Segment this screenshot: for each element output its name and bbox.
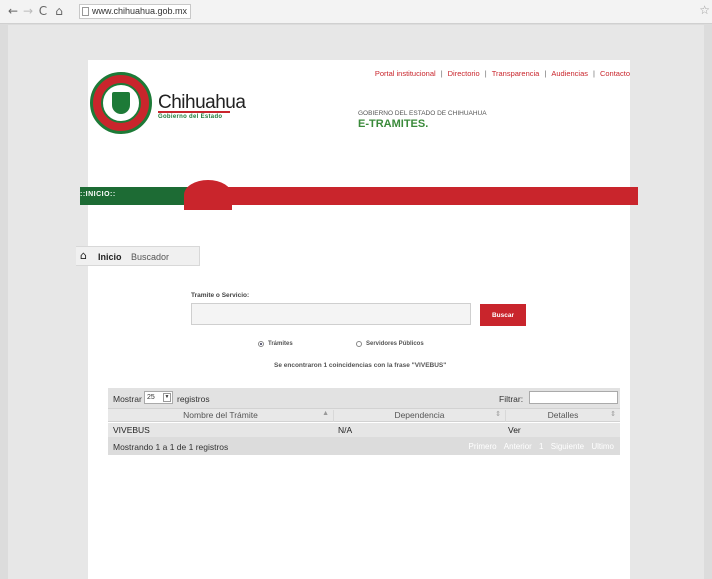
page: Chihuahua Gobierno del Estado Portal ins…: [76, 60, 638, 579]
radio-tramites[interactable]: [258, 341, 264, 347]
search-label: Tramite o Servicio:: [191, 292, 250, 299]
nav-link-directorio[interactable]: Directorio: [448, 69, 480, 78]
sort-icon: ⇕: [610, 411, 616, 418]
top-nav: Portal institucional | Directorio | Transpar…: [374, 69, 630, 78]
viewport: Chihuahua Gobierno del Estado Portal ins…: [8, 25, 704, 579]
sort-icon: ▲: [322, 410, 329, 417]
back-icon[interactable]: ←: [6, 4, 20, 18]
cell-dependencia: N/A: [338, 425, 353, 435]
page-icon: [82, 7, 89, 16]
government-label: GOBIERNO DEL ESTADO DE CHIHUAHUA: [358, 110, 487, 117]
chevron-down-icon: ▼: [163, 393, 171, 402]
page-size-value: 25: [147, 394, 155, 401]
pagination: Primero Anterior 1 Siguiente Ultimo: [464, 442, 614, 451]
result-message: Se encontraron 1 coincidencias con la fr…: [274, 362, 447, 369]
search-input[interactable]: [191, 303, 471, 325]
logo-emblem: [101, 83, 141, 123]
home-icon[interactable]: ⌂: [80, 249, 87, 262]
shield-icon: [112, 92, 130, 114]
brand-subtitle: Gobierno del Estado: [158, 114, 223, 120]
table-header: Nombre del Trámite ▲ Dependencia ⇕ Detal…: [108, 408, 620, 422]
column-header-label: Nombre del Trámite: [183, 410, 258, 420]
state-logo[interactable]: [90, 72, 152, 134]
nav-link-contacto[interactable]: Contacto: [600, 69, 630, 78]
radio-servidores[interactable]: [356, 341, 362, 347]
search-button[interactable]: Buscar: [480, 304, 526, 326]
brand-divider: [158, 111, 230, 113]
red-banner: [202, 187, 638, 205]
pagination-last[interactable]: Ultimo: [591, 442, 614, 451]
page-size-select[interactable]: 25 ▼: [144, 391, 173, 404]
table-info: Mostrando 1 a 1 de 1 registros: [113, 442, 229, 452]
address-bar[interactable]: www.chihuahua.gob.mx: [79, 4, 191, 19]
records-label: registros: [177, 394, 210, 404]
radio-servidores-label: Servidores Públicos: [366, 341, 424, 347]
column-header-label: Detalles: [547, 410, 579, 420]
section-title: E-TRAMITES.: [358, 118, 429, 130]
table-row: VIVEBUS N/A Ver: [108, 423, 620, 437]
browser-toolbar: ← → C ⌂ www.chihuahua.gob.mx ☆: [0, 0, 712, 24]
column-header-label: Dependencia: [394, 410, 445, 420]
breadcrumb-buscador[interactable]: Buscador: [131, 252, 169, 262]
home-icon[interactable]: ⌂: [52, 4, 66, 18]
url-text: www.chihuahua.gob.mx: [92, 6, 188, 16]
forward-icon[interactable]: →: [21, 4, 35, 18]
nav-link-transparencia[interactable]: Transparencia: [492, 69, 540, 78]
pagination-page-1[interactable]: 1: [539, 442, 543, 451]
filter-label: Filtrar:: [499, 394, 524, 404]
radio-tramites-label: Trámites: [268, 341, 293, 347]
detail-link[interactable]: Ver: [508, 425, 521, 435]
breadcrumb-inicio[interactable]: Inicio: [98, 252, 122, 262]
cell-nombre: VIVEBUS: [113, 425, 150, 435]
menu-item-inicio[interactable]: ::INICIO::: [80, 191, 116, 198]
column-header-dependencia[interactable]: Dependencia ⇕: [334, 410, 506, 422]
pagination-next[interactable]: Siguiente: [551, 442, 584, 451]
breadcrumb: ⌂ Inicio Buscador: [76, 246, 200, 266]
column-header-detalles[interactable]: Detalles ⇕: [506, 410, 620, 422]
pagination-previous[interactable]: Anterior: [504, 442, 532, 451]
pagination-first[interactable]: Primero: [469, 442, 497, 451]
show-label: Mostrar: [113, 394, 142, 404]
column-header-nombre[interactable]: Nombre del Trámite ▲: [108, 410, 334, 422]
table-footer: Mostrando 1 a 1 de 1 registros Primero A…: [108, 437, 620, 455]
sort-icon: ⇕: [495, 411, 501, 418]
nav-link-audiencias[interactable]: Audiencias: [551, 69, 588, 78]
table-controls: Mostrar 25 ▼ registros Filtrar:: [108, 388, 620, 408]
reload-icon[interactable]: C: [36, 4, 50, 18]
bookmark-star-icon[interactable]: ☆: [699, 3, 710, 17]
filter-input[interactable]: [529, 391, 618, 404]
nav-link-portal[interactable]: Portal institucional: [375, 69, 436, 78]
